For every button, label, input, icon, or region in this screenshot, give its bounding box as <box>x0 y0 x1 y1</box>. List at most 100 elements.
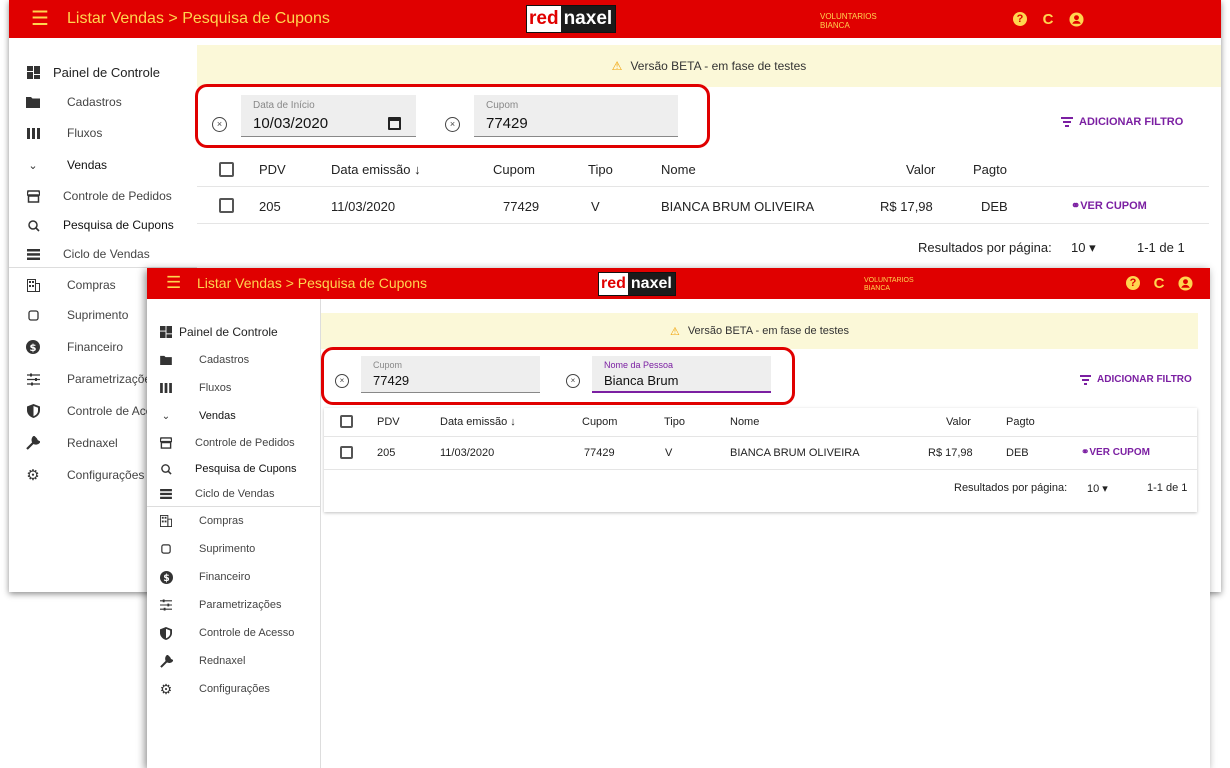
col-cupom[interactable]: Cupom <box>493 162 535 177</box>
nome-pessoa-field[interactable]: Nome da Pessoa Bianca Brum <box>592 356 771 393</box>
sidebar-item-financeiro[interactable]: $ Financeiro <box>147 567 320 587</box>
dashboard-icon <box>25 64 41 80</box>
table-footer: Resultados por página: 10 ▾ 1-1 de 1 <box>954 482 1188 495</box>
building-icon <box>159 514 173 528</box>
ver-cupom-button[interactable]: ⚭VER CUPOM <box>1081 447 1150 458</box>
shield-icon <box>159 626 173 640</box>
col-pagto[interactable]: Pagto <box>1006 416 1035 428</box>
filter-icon <box>1061 117 1073 127</box>
menu-icon[interactable]: ☰ <box>31 9 49 29</box>
table-footer: Resultados por página: 10 ▾ 1-1 de 1 <box>918 240 1185 256</box>
col-nome[interactable]: Nome <box>661 162 696 177</box>
col-nome[interactable]: Nome <box>730 416 759 428</box>
user-info: VOLUNTARIOS BIANCA <box>820 12 877 30</box>
sidebar-item-painel[interactable]: Painel de Controle <box>147 322 320 342</box>
per-page-select[interactable]: 10 ▾ <box>1071 240 1096 256</box>
sidebar-item-compras[interactable]: Compras <box>147 511 320 531</box>
help-icon[interactable]: ? <box>1012 11 1028 27</box>
shield-icon <box>25 403 41 419</box>
cupom-field[interactable]: Cupom 77429 <box>361 356 540 393</box>
account-icon[interactable] <box>1177 275 1193 291</box>
divider <box>147 506 320 507</box>
sidebar-item-rednaxel[interactable]: Rednaxel <box>147 651 320 671</box>
wrench-icon <box>25 435 41 451</box>
sliders-icon <box>159 598 173 612</box>
page-title: Listar Vendas > Pesquisa de Cupons <box>197 275 427 291</box>
row-checkbox[interactable] <box>219 198 234 213</box>
clear-nome-icon[interactable]: × <box>566 374 580 388</box>
sidebar-item-pesquisa-cupons[interactable]: Pesquisa de Cupons <box>9 214 197 236</box>
dashboard-icon <box>159 325 173 339</box>
cupom-field[interactable]: Cupom 77429 <box>474 95 678 137</box>
add-filter-button[interactable]: ADICIONAR FILTRO <box>1061 116 1183 128</box>
link-icon: ⚭ <box>1071 200 1081 212</box>
sidebar-item-fluxos[interactable]: Fluxos <box>9 122 197 144</box>
select-all-checkbox[interactable] <box>219 162 234 177</box>
sidebar-item-controle-acesso[interactable]: Controle de Acesso <box>147 623 320 643</box>
toolbar-icons: ? C <box>1012 11 1084 28</box>
folder-icon <box>159 353 173 367</box>
data-inicio-field[interactable]: Data de Início 10/03/2020 <box>241 95 416 137</box>
logo: red naxel <box>526 5 617 33</box>
wrench-icon <box>159 654 173 668</box>
sidebar-item-controle-pedidos[interactable]: Controle de Pedidos <box>147 433 320 453</box>
warning-icon: ⚠ <box>669 325 680 338</box>
refresh-icon[interactable]: C <box>1151 275 1167 292</box>
per-page-select[interactable]: 10 ▾ <box>1087 482 1108 495</box>
sidebar-item-controle-pedidos[interactable]: Controle de Pedidos <box>9 185 197 207</box>
col-pdv[interactable]: PDV <box>377 416 400 428</box>
search-receipt-icon <box>159 462 173 476</box>
col-data-emissao[interactable]: Data emissão ↓ <box>440 416 516 428</box>
sidebar-item-painel[interactable]: Painel de Controle <box>9 61 197 83</box>
table-header: PDV Data emissão ↓ Cupom Tipo Nome Valor… <box>197 152 1209 187</box>
dollar-icon: $ <box>159 570 173 584</box>
sidebar-item-ciclo-vendas[interactable]: Ciclo de Vendas <box>147 484 320 504</box>
table-row: 205 11/03/2020 77429 V BIANCA BRUM OLIVE… <box>197 187 1209 224</box>
gear-icon: ⚙ <box>26 467 40 484</box>
sidebar-item-vendas[interactable]: ⌄ Vendas <box>147 406 320 426</box>
sidebar-item-suprimento[interactable]: Suprimento <box>147 539 320 559</box>
beta-banner: ⚠ Versão BETA - em fase de testes <box>321 313 1198 349</box>
beta-banner: ⚠ Versão BETA - em fase de testes <box>197 45 1221 87</box>
select-all-checkbox[interactable] <box>340 415 353 428</box>
sidebar-item-cadastros[interactable]: Cadastros <box>147 350 320 370</box>
sidebar-item-configuracoes[interactable]: ⚙ Configurações <box>147 679 320 699</box>
clear-cupom-icon[interactable]: × <box>445 117 460 132</box>
sidebar-item-vendas[interactable]: ⌄ Vendas <box>9 154 197 176</box>
box-icon <box>25 307 41 323</box>
col-data-emissao[interactable]: Data emissão ↓ <box>331 162 421 177</box>
clear-data-inicio-icon[interactable]: × <box>212 117 227 132</box>
columns-icon <box>25 125 41 141</box>
col-cupom[interactable]: Cupom <box>582 416 617 428</box>
col-valor[interactable]: Valor <box>946 416 971 428</box>
ver-cupom-button[interactable]: ⚭VER CUPOM <box>1071 199 1147 212</box>
logo: red naxel <box>598 272 676 296</box>
sidebar-item-parametrizacoes[interactable]: Parametrizações <box>147 595 320 615</box>
col-tipo[interactable]: Tipo <box>588 162 613 177</box>
top-bar: ☰ Listar Vendas > Pesquisa de Cupons red… <box>147 268 1210 299</box>
user-info: VOLUNTARIOS BIANCA <box>864 277 914 292</box>
sliders-icon <box>25 371 41 387</box>
svg-text:$: $ <box>30 343 37 354</box>
row-checkbox[interactable] <box>340 446 353 459</box>
account-icon[interactable] <box>1068 11 1084 27</box>
chevron-down-icon: ⌄ <box>28 159 38 172</box>
sidebar-item-pesquisa-cupons[interactable]: Pesquisa de Cupons <box>147 459 320 479</box>
help-icon[interactable]: ? <box>1125 275 1141 291</box>
box-icon <box>159 542 173 556</box>
sidebar-item-ciclo-vendas[interactable]: Ciclo de Vendas <box>9 243 197 265</box>
calendar-icon[interactable] <box>388 117 401 130</box>
filter-icon <box>1080 374 1091 385</box>
clear-cupom-icon[interactable]: × <box>335 374 349 388</box>
menu-icon[interactable]: ☰ <box>166 274 181 291</box>
sidebar-item-fluxos[interactable]: Fluxos <box>147 378 320 398</box>
col-pagto[interactable]: Pagto <box>973 162 1007 177</box>
store-icon <box>159 436 173 450</box>
sidebar-item-cadastros[interactable]: Cadastros <box>9 91 197 113</box>
col-valor[interactable]: Valor <box>906 162 935 177</box>
col-pdv[interactable]: PDV <box>259 162 286 177</box>
refresh-icon[interactable]: C <box>1040 11 1056 28</box>
add-filter-button[interactable]: ADICIONAR FILTRO <box>1080 374 1192 385</box>
col-tipo[interactable]: Tipo <box>664 416 685 428</box>
search-receipt-icon <box>25 217 41 233</box>
